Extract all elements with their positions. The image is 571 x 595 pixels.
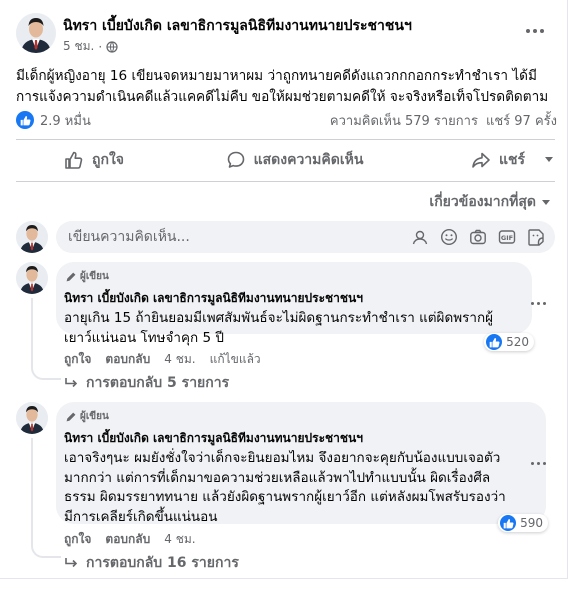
comment-sort-dropdown[interactable]: เกี่ยวข้องมากที่สุด [429, 191, 550, 213]
sort-label: เกี่ยวข้องมากที่สุด [429, 194, 536, 210]
divider [16, 181, 555, 182]
shares-count[interactable]: แชร์ 97 ครั้ง [486, 110, 557, 131]
comment-actions: ถูกใจ ตอบกลับ 4 ชม. แก้ไขแล้ว [64, 350, 261, 369]
comment-reactions[interactable]: 590 [498, 514, 548, 532]
share-icon [472, 152, 490, 168]
comment-reaction-count: 520 [506, 335, 529, 349]
comment-text-line: เยาว์แน่นอน โทษจำคุก 5 ปี [64, 329, 224, 346]
divider [16, 139, 555, 140]
view-replies-button[interactable]: การตอบกลับ 5 รายการ [64, 372, 229, 394]
post-meta: 5 ชม. · [63, 37, 118, 56]
post-stats: 2.9 หมื่น ความคิดเห็น 579 รายการ แชร์ 97… [16, 109, 557, 131]
comment-button[interactable]: แสดงความคิดเห็น [218, 149, 372, 171]
comment-author-name[interactable]: นิทรา เบี้ยบังเกิด เลขาธิการมูลนิธิทีมงา… [64, 429, 534, 448]
comment-text-line: มากกว่า แต่การที่เด็กมาขอความช่วยเหลือแล… [64, 469, 491, 486]
replies-label: การตอบกลับ 16 รายการ [86, 555, 239, 571]
like-reaction-icon [16, 111, 34, 129]
like-button[interactable]: ถูกใจ [16, 149, 218, 171]
comment-text: เอาจริงๆนะ ผมยังชั่งใจว่าเด็กจะยินยอมไหม… [64, 449, 534, 527]
author-badge: ผู้เขียน [65, 269, 520, 284]
comment-author-avatar[interactable] [16, 402, 48, 434]
comment-input[interactable]: เขียนความคิดเห็น... GIF [56, 221, 555, 253]
avatar-sticker-icon[interactable] [411, 228, 429, 246]
post-text: มีเด็กผู้หญิงอายุ 16 เขียนจดหมายมาหาผม ว… [16, 66, 562, 108]
post-time[interactable]: 5 ชม. [63, 37, 94, 56]
post-card: นิทรา เบี้ยบังเกิด เลขาธิการมูลนิธิทีมงา… [0, 0, 568, 579]
replies-label: การตอบกลับ 5 รายการ [86, 375, 230, 391]
comment-icon [227, 151, 244, 168]
comment-time[interactable]: 4 ชม. [164, 350, 195, 369]
comment-text-line: มีการเคลียร์เกิดขึ้นแน่นอน [64, 508, 218, 525]
user-avatar[interactable] [16, 221, 48, 253]
reaction-count: 2.9 หมื่น [40, 113, 91, 129]
like-reaction-icon [500, 515, 517, 531]
camera-icon[interactable] [469, 228, 487, 246]
comment-text: อายุเกิน 15 ถ้ายินยอมมีเพศสัมพันธ์จะไม่ผ… [64, 309, 520, 348]
svg-text:GIF: GIF [501, 234, 513, 242]
comment-time[interactable]: 4 ชม. [164, 530, 195, 549]
comment-reply-button[interactable]: ตอบกลับ [105, 350, 150, 369]
comment-more-icon[interactable] [531, 298, 551, 308]
comment-like-button[interactable]: ถูกใจ [64, 530, 91, 549]
comment-edited-label: แก้ไขแล้ว [209, 352, 261, 366]
like-icon [65, 151, 83, 169]
author-badge-label: ผู้เขียน [80, 411, 109, 422]
action-bar: ถูกใจ แสดงความคิดเห็น แชร์ [16, 142, 555, 178]
comment-text-line: อายุเกิน 15 ถ้ายินยอมมีเพศสัมพันธ์จะไม่ผ… [64, 310, 494, 326]
comment-label: แสดงความคิดเห็น [253, 152, 364, 168]
author-badge-label: ผู้เขียน [80, 271, 109, 282]
comments-count[interactable]: ความคิดเห็น 579 รายการ [330, 110, 478, 131]
comment-bubble: ผู้เขียน นิทรา เบี้ยบังเกิด เลขาธิการมูล… [56, 402, 548, 532]
stats-right: ความคิดเห็น 579 รายการ แชร์ 97 ครั้ง [330, 110, 557, 131]
reply-arrow-icon [65, 378, 78, 388]
like-label: ถูกใจ [92, 152, 124, 168]
comment-like-button[interactable]: ถูกใจ [64, 350, 91, 369]
share-options-icon[interactable] [545, 157, 553, 162]
view-replies-button[interactable]: การตอบกลับ 16 รายการ [64, 552, 239, 574]
comment-bubble: ผู้เขียน นิทรา เบี้ยบังเกิด เลขาธิการมูล… [56, 262, 534, 351]
comment-more-icon[interactable] [531, 458, 551, 468]
pen-icon [66, 412, 76, 421]
globe-icon [106, 40, 118, 53]
gif-icon[interactable]: GIF [498, 228, 516, 246]
comment-actions: ถูกใจ ตอบกลับ 4 ชม. [64, 530, 196, 549]
comment-author-name[interactable]: นิทรา เบี้ยบังเกิด เลขาธิการมูลนิธิทีมงา… [64, 289, 520, 308]
post-text-line: มีเด็กผู้หญิงอายุ 16 เขียนจดหมายมาหาผม ว… [16, 68, 537, 84]
comment-reactions[interactable]: 520 [484, 333, 534, 351]
reply-arrow-icon [65, 558, 78, 568]
comment: ผู้เขียน นิทรา เบี้ยบังเกิด เลขาธิการมูล… [16, 262, 555, 392]
comment-author-avatar[interactable] [16, 262, 48, 294]
meta-separator: · [98, 39, 103, 54]
author-avatar[interactable] [16, 13, 56, 53]
author-badge: ผู้เขียน [65, 409, 534, 424]
chevron-down-icon [542, 199, 550, 205]
comment-reply-button[interactable]: ตอบกลับ [105, 530, 150, 549]
comment-input-placeholder: เขียนความคิดเห็น... [68, 229, 190, 245]
share-button[interactable]: แชร์ [371, 149, 555, 171]
comment-composer: เขียนความคิดเห็น... GIF [16, 221, 555, 253]
reaction-summary[interactable]: 2.9 หมื่น [16, 110, 91, 131]
comment-reaction-count: 590 [520, 516, 543, 530]
post-text-line: การแจ้งความดำเนินคดีแล้วแคคดีไม่คืบ ขอให… [16, 89, 549, 105]
comment: ผู้เขียน นิทรา เบี้ยบังเกิด เลขาธิการมูล… [16, 402, 555, 572]
pen-icon [66, 272, 76, 281]
more-icon[interactable] [521, 21, 549, 41]
comment-text-line: ธรรม ผิดมรรยาททนาย แล้วยังผิดฐานพรากผู้เ… [64, 489, 506, 505]
share-label: แชร์ [498, 152, 526, 168]
emoji-icon[interactable] [440, 228, 458, 246]
composer-icons: GIF [411, 228, 545, 246]
sticker-icon[interactable] [527, 228, 545, 246]
comment-text-line: เอาจริงๆนะ ผมยังชั่งใจว่าเด็กจะยินยอมไหม… [64, 450, 501, 466]
post-author-name[interactable]: นิทรา เบี้ยบังเกิด เลขาธิการมูลนิธิทีมงา… [63, 15, 412, 37]
like-reaction-icon [486, 334, 503, 350]
post-header: นิทรา เบี้ยบังเกิด เลขาธิการมูลนิธิทีมงา… [16, 13, 555, 55]
